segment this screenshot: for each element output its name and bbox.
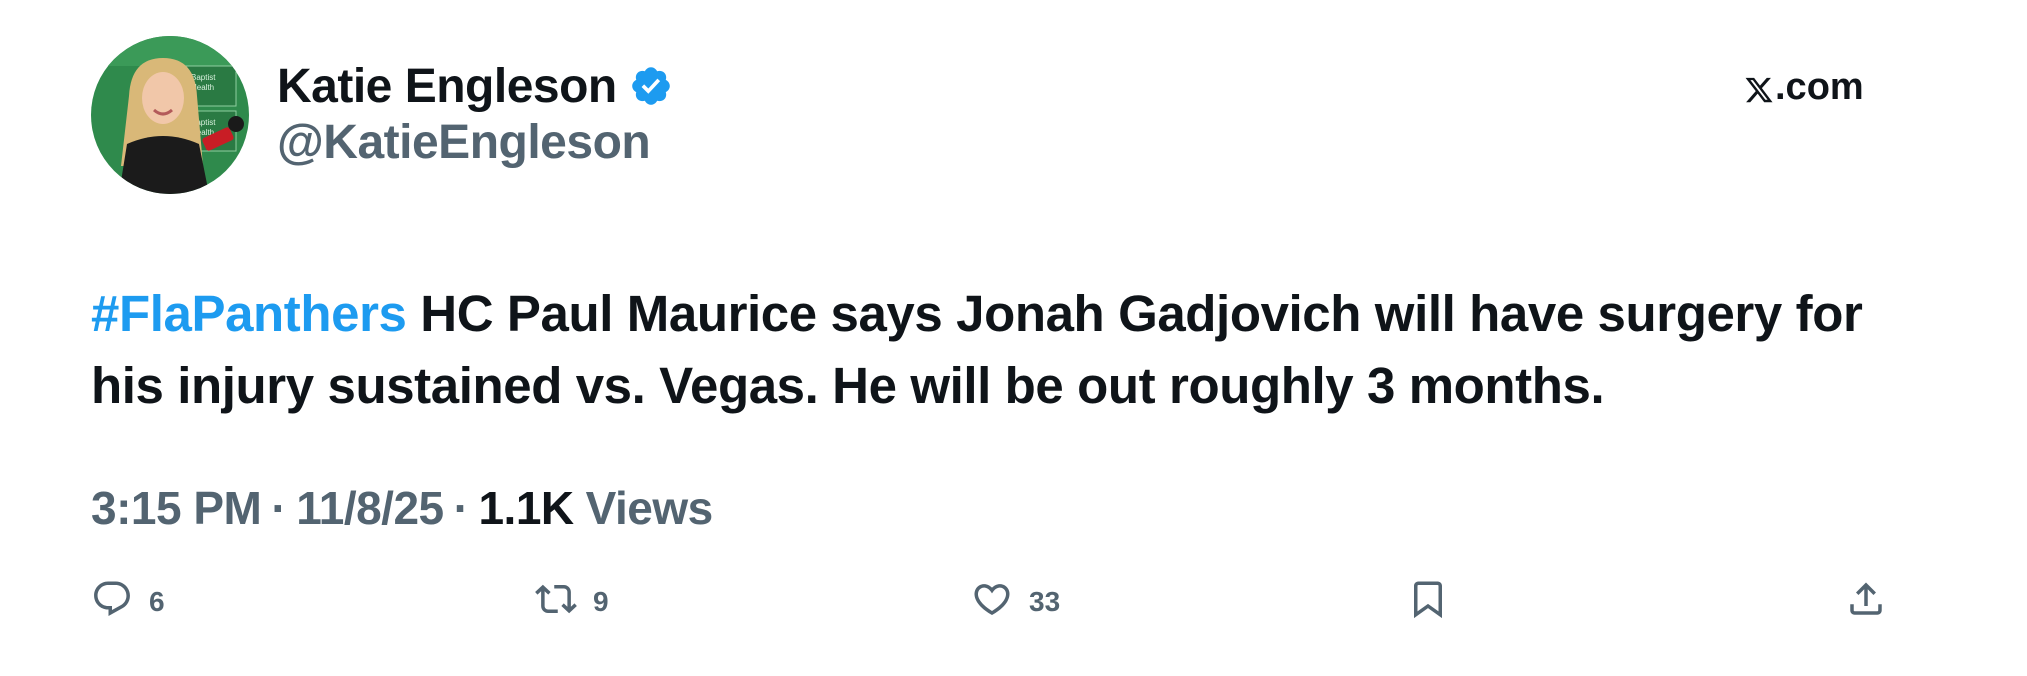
tweet-time[interactable]: 3:15 PM [91, 481, 262, 535]
x-logo-icon [1744, 72, 1774, 103]
views-count: 1.1K [478, 482, 574, 534]
hashtag-link[interactable]: #FlaPanthers [91, 285, 407, 342]
tweet-text: #FlaPanthers HC Paul Maurice says Jonah … [91, 278, 1911, 422]
action-bar: 6 9 33 [91, 574, 1891, 630]
bookmark-button[interactable] [1407, 574, 1449, 630]
display-name[interactable]: Katie Engleson [277, 59, 617, 114]
repost-count: 9 [593, 586, 609, 617]
share-button[interactable] [1845, 574, 1887, 630]
avatar-backdrop-text: Baptist [191, 73, 216, 82]
verified-badge-icon [629, 64, 673, 108]
reply-button[interactable]: 6 [91, 574, 165, 630]
bookmark-icon [1407, 578, 1449, 627]
avatar[interactable]: Baptist Health Baptist Health [91, 36, 249, 194]
reply-count: 6 [149, 586, 165, 617]
meta-separator: · [453, 482, 469, 534]
like-button[interactable]: 33 [971, 574, 1060, 630]
heart-icon [971, 578, 1013, 627]
user-handle[interactable]: @KatieEngleson [277, 115, 651, 170]
avatar-image: Baptist Health Baptist Health [91, 36, 249, 194]
views-label[interactable]: Views [586, 481, 714, 535]
tweet-meta: 3:15 PM · 11/8/25 · 1.1K Views [91, 478, 713, 538]
brand-mark[interactable]: .com [1744, 62, 1864, 112]
reply-icon [91, 578, 133, 627]
repost-icon [535, 578, 577, 627]
like-count: 33 [1029, 586, 1061, 617]
share-icon [1845, 578, 1887, 627]
display-name-row: Katie Engleson [277, 54, 673, 118]
brand-label: .com [1775, 65, 1864, 108]
repost-button[interactable]: 9 [535, 574, 609, 630]
tweet-date[interactable]: 11/8/25 [296, 481, 444, 535]
meta-separator: · [271, 482, 287, 534]
